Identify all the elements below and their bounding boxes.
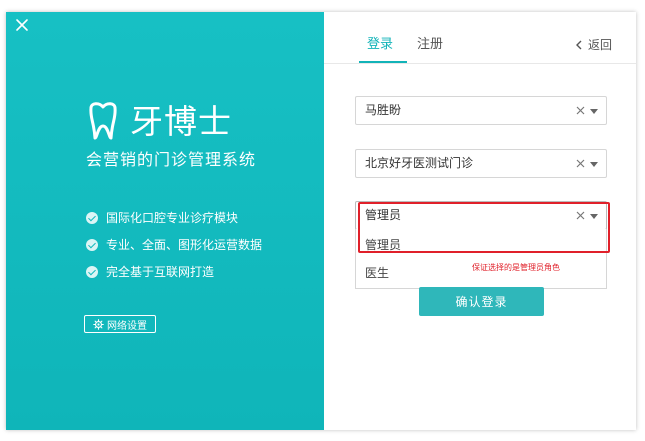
clear-icon[interactable]: [576, 106, 585, 115]
back-button[interactable]: 返回: [575, 36, 612, 53]
check-circle-icon: [86, 211, 98, 224]
check-circle-icon: [86, 238, 98, 251]
brand-name: 牙博士: [130, 102, 232, 141]
active-tab-indicator: [359, 61, 407, 63]
feature-label: 专业、全面、图形化运营数据: [106, 238, 263, 252]
close-icon[interactable]: [14, 17, 30, 33]
role-option-doctor[interactable]: 医生: [365, 264, 389, 281]
role-select[interactable]: 管理员: [355, 201, 607, 230]
caret-down-icon[interactable]: [590, 162, 598, 167]
login-window: 牙博士 会营销的门诊管理系统 国际化口腔专业诊疗模块 专业、全面、图形化运营数据…: [6, 12, 636, 430]
network-settings-label: 网络设置: [107, 320, 147, 332]
tab-login[interactable]: 登录: [367, 36, 393, 54]
confirm-login-button[interactable]: 确认登录: [419, 287, 544, 316]
user-select[interactable]: 马胜盼: [355, 96, 607, 125]
feature-list: 国际化口腔专业诊疗模块 专业、全面、图形化运营数据 完全基于互联网打造: [86, 204, 262, 285]
feature-label: 完全基于互联网打造: [106, 265, 215, 279]
brand-tagline: 会营销的门诊管理系统: [86, 150, 257, 169]
tooth-logo-icon: [89, 102, 117, 140]
network-settings-button[interactable]: 网络设置: [84, 315, 156, 333]
tab-register[interactable]: 注册: [417, 36, 443, 54]
user-select-value: 马胜盼: [365, 103, 402, 117]
feature-label: 国际化口腔专业诊疗模块: [106, 211, 239, 225]
back-label: 返回: [587, 38, 612, 52]
brand: 牙博士: [86, 102, 286, 142]
annotation-note: 保证选择的是管理员角色: [472, 263, 560, 272]
caret-down-icon[interactable]: [590, 214, 598, 219]
login-form-panel: 登录 注册 返回 马胜盼 北京好牙医测试门诊 管理员 管理员 医生 保证选择的是…: [324, 12, 636, 430]
clinic-select-value: 北京好牙医测试门诊: [365, 156, 474, 170]
clinic-select[interactable]: 北京好牙医测试门诊: [355, 149, 607, 178]
feature-item: 完全基于互联网打造: [86, 258, 262, 285]
clear-icon[interactable]: [576, 211, 585, 220]
chevron-left-icon: [575, 40, 582, 49]
check-circle-icon: [86, 265, 98, 278]
tab-bar: 登录 注册 返回: [324, 12, 636, 64]
role-dropdown: 管理员 医生: [355, 229, 607, 289]
clear-icon[interactable]: [576, 159, 585, 168]
feature-item: 国际化口腔专业诊疗模块: [86, 204, 262, 231]
brand-panel: 牙博士 会营销的门诊管理系统 国际化口腔专业诊疗模块 专业、全面、图形化运营数据…: [6, 12, 324, 430]
role-option-admin[interactable]: 管理员: [365, 236, 401, 253]
role-select-value: 管理员: [365, 208, 402, 222]
feature-item: 专业、全面、图形化运营数据: [86, 231, 262, 258]
gear-icon: [93, 318, 104, 330]
caret-down-icon[interactable]: [590, 109, 598, 114]
